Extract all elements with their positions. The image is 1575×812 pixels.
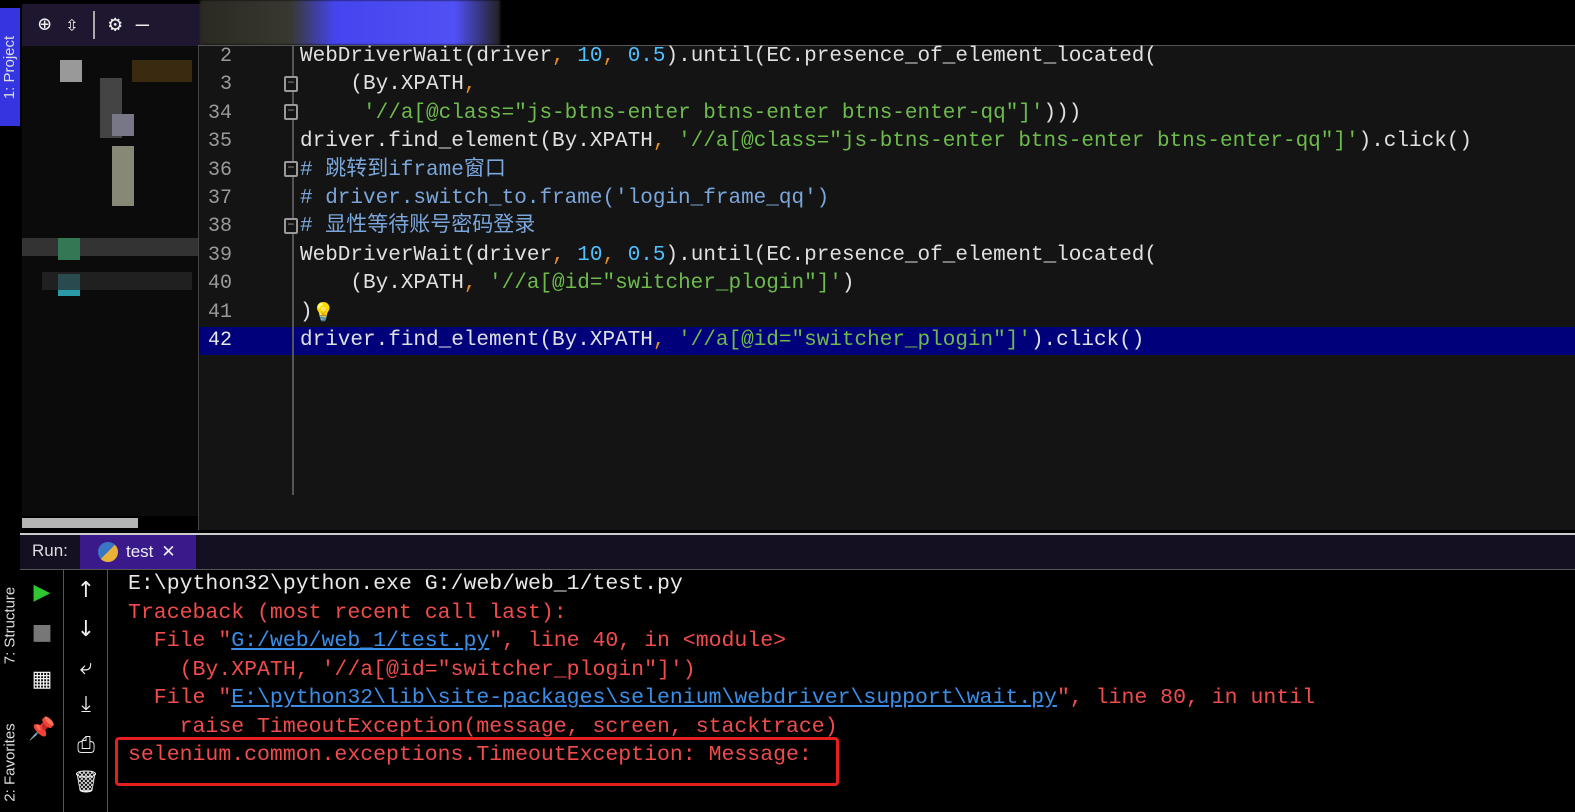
locate-icon[interactable]: ⊕ [38,12,51,38]
favorites-tab-label: 2: Favorites [1,722,19,802]
run-toolbar [20,533,1575,569]
project-tab-label: 1: Project [1,35,19,99]
line-number: 3 [219,73,232,97]
line-number: 2 [219,45,232,68]
code-line[interactable]: WebDriverWait(driver, 10, 0.5).until(EC.… [300,242,1157,270]
line-number: 42 [207,329,232,352]
code-line[interactable]: # driver.switch_to.frame('login_frame_qq… [300,185,829,213]
gear-icon[interactable]: ⚙ [109,12,122,38]
down-arrow-icon[interactable]: ↓ [64,617,108,642]
error-highlight-box [115,737,839,786]
line-number: 36 [207,158,232,182]
trash-icon[interactable]: 🗑 [64,770,108,795]
line-number: 37 [207,187,232,210]
code-line[interactable]: driver.find_element(By.XPATH, '//a[@id="… [300,327,1144,355]
file-link[interactable]: E:\python32\lib\site-packages\selenium\w… [231,686,1057,710]
console-command-line: E:\python32\python.exe G:/web/web_1/test… [128,572,683,596]
run-label: Run: [32,541,68,560]
fold-icon[interactable]: − [284,161,298,177]
line-number: 41 [207,300,232,324]
console-code-line-1: (By.XPATH, '//a[@id="switcher_plogin"]') [128,658,696,682]
run-tab-label: test [126,542,154,561]
favorites-tool-tab[interactable]: 2: Favorites [0,712,20,812]
print-icon[interactable]: ⎙ [64,733,108,758]
structure-tool-tab[interactable]: 7: Structure [0,560,20,690]
lightbulb-icon[interactable]: 💡 [312,302,334,324]
text: File " [128,686,232,710]
minimize-icon[interactable]: — [136,13,149,38]
line-number: 38 [207,215,232,239]
project-tree-blurred [22,46,200,516]
structure-tab-label: 7: Structure [1,586,19,664]
project-horizontal-scrollbar[interactable] [22,518,138,528]
soft-wrap-icon[interactable]: ⤶ [64,655,108,680]
close-icon[interactable]: ✕ [161,542,175,562]
fold-icon[interactable]: − [284,76,298,92]
scroll-to-end-icon[interactable]: ⤓ [64,692,108,717]
run-tab-test[interactable]: test ✕ [80,535,196,569]
project-toolbar: ⊕ ⇳ ⚙ — [22,4,202,46]
file-link[interactable]: G:/web/web_1/test.py [231,629,489,653]
fold-icon[interactable]: − [284,104,298,120]
line-number: 35 [207,130,232,154]
up-arrow-icon[interactable]: ↑ [64,578,108,603]
code-line[interactable]: (By.XPATH, [300,71,476,99]
text: File " [128,629,232,653]
line-number: 39 [207,243,232,267]
collapse-icon[interactable]: ⇳ [65,12,78,38]
console-file-line-2: File "E:\python32\lib\site-packages\sele… [128,684,1315,712]
text: ", line 80, in until [1056,686,1315,710]
code-line[interactable]: driver.find_element(By.XPATH, '//a[@clas… [300,128,1472,156]
line-number: 40 [207,272,232,296]
project-tool-tab[interactable]: 1: Project [0,8,20,126]
toolbar-divider [92,11,95,39]
code-line[interactable]: ) [300,299,313,327]
python-icon [98,542,118,562]
pin-icon[interactable]: 📌 [20,717,64,742]
blurred-title-area [200,0,500,45]
fold-icon[interactable]: − [284,218,298,234]
rerun-icon[interactable]: ▶ [20,580,64,605]
line-number: 34 [207,101,232,125]
stop-icon[interactable]: ■ [20,620,64,645]
code-line[interactable]: (By.XPATH, '//a[@id="switcher_plogin"]') [300,270,854,298]
code-line[interactable]: WebDriverWait(driver, 10, 0.5).until(EC.… [300,43,1157,71]
console-traceback-header: Traceback (most recent call last): [128,601,567,625]
text: ", line 40, in <module> [489,629,787,653]
code-line[interactable]: # 跳转到iframe窗口 [300,157,506,185]
layout-icon[interactable]: ▦ [20,667,64,692]
console-file-line-1: File "G:/web/web_1/test.py", line 40, in… [128,627,786,655]
code-line[interactable]: '//a[@class="js-btns-enter btns-enter bt… [300,100,1081,128]
code-line[interactable]: # 显性等待账号密码登录 [300,213,535,241]
